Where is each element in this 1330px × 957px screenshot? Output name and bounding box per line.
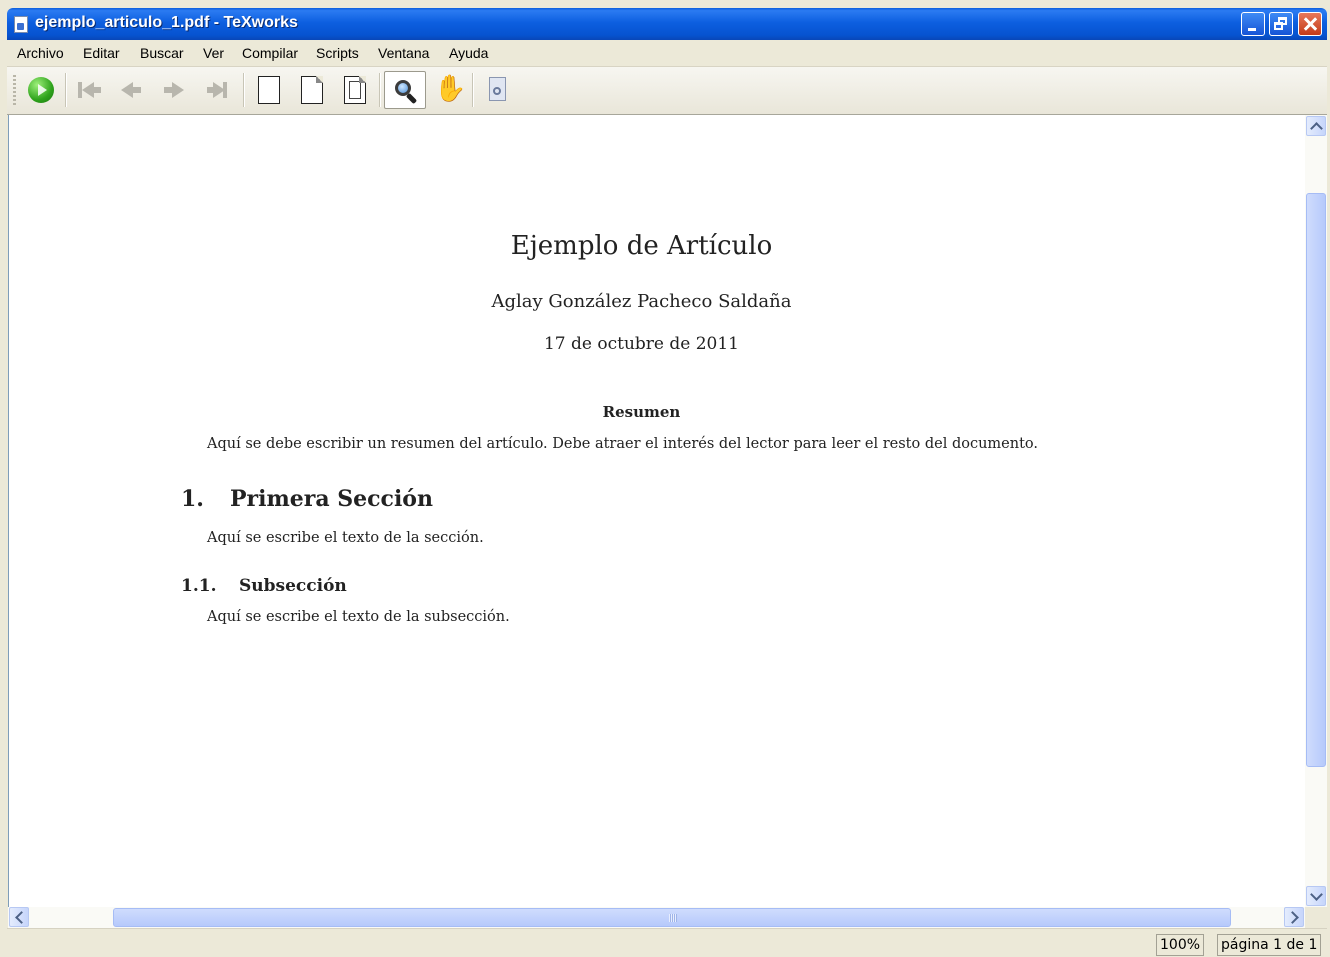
restore-button[interactable] bbox=[1269, 12, 1293, 36]
document-title: Ejemplo de Artículo bbox=[510, 231, 773, 261]
toolbar-separator bbox=[379, 73, 381, 107]
subsection-text: Aquí se escribe el texto de la subsecció… bbox=[207, 609, 510, 625]
preview-icon bbox=[489, 77, 506, 101]
typeset-button[interactable] bbox=[24, 73, 58, 107]
status-bar: 100% página 1 de 1 bbox=[7, 928, 1327, 957]
scroll-left-button[interactable] bbox=[9, 907, 29, 927]
scroll-right-button[interactable] bbox=[1284, 907, 1304, 927]
abstract-heading: Resumen bbox=[602, 403, 681, 421]
fit-page-button[interactable] bbox=[337, 73, 371, 107]
toolbar-grip[interactable] bbox=[13, 75, 16, 107]
vertical-scrollbar[interactable] bbox=[1305, 115, 1327, 907]
previous-page-icon bbox=[121, 82, 141, 98]
title-bar: ejemplo_articulo_1.pdf - TeXworks bbox=[7, 8, 1327, 40]
scroll-up-button[interactable] bbox=[1306, 116, 1326, 136]
chevron-right-icon bbox=[1286, 911, 1299, 924]
pdf-document-icon[interactable] bbox=[14, 16, 28, 33]
chevron-up-icon bbox=[1310, 122, 1323, 135]
subsection-heading: 1.1. Subsección bbox=[181, 576, 347, 596]
window-title: ejemplo_articulo_1.pdf - TeXworks bbox=[35, 14, 298, 31]
pdf-page: Ejemplo de Artículo Aglay González Pache… bbox=[9, 115, 1306, 907]
preview-button[interactable] bbox=[480, 73, 514, 107]
section-heading: 1. Primera Sección bbox=[181, 486, 433, 512]
toolbar-separator bbox=[65, 73, 67, 107]
pdf-view[interactable]: Ejemplo de Artículo Aglay González Pache… bbox=[8, 115, 1306, 907]
horizontal-scrollbar[interactable] bbox=[8, 907, 1305, 928]
subsection-number: 1.1. bbox=[181, 576, 217, 596]
section-number: 1. bbox=[181, 486, 204, 512]
menu-scripts[interactable]: Scripts bbox=[316, 45, 359, 61]
toolbar-separator bbox=[243, 73, 245, 107]
first-page-icon bbox=[78, 82, 101, 98]
minimize-button[interactable] bbox=[1241, 12, 1265, 36]
toolbar-separator bbox=[472, 73, 474, 107]
fit-page-icon bbox=[344, 76, 366, 104]
horizontal-scroll-thumb[interactable] bbox=[113, 908, 1231, 927]
actual-size-icon bbox=[258, 76, 280, 104]
fit-width-icon bbox=[301, 76, 323, 104]
abstract-text: Aquí se debe escribir un resumen del art… bbox=[207, 436, 1039, 452]
first-page-button[interactable] bbox=[71, 73, 105, 107]
section-title: Primera Sección bbox=[230, 486, 433, 512]
close-button[interactable] bbox=[1298, 12, 1322, 36]
hand-icon: ✋ bbox=[434, 74, 467, 104]
chevron-down-icon bbox=[1310, 888, 1323, 901]
chevron-left-icon bbox=[15, 911, 28, 924]
menu-editar[interactable]: Editar bbox=[83, 45, 120, 61]
document-date: 17 de octubre de 2011 bbox=[543, 334, 739, 354]
magnify-tool-button[interactable] bbox=[384, 71, 426, 109]
page-indicator: página 1 de 1 bbox=[1217, 934, 1322, 956]
subsection-title: Subsección bbox=[239, 576, 347, 596]
menu-ventana[interactable]: Ventana bbox=[378, 45, 429, 61]
vertical-scroll-thumb[interactable] bbox=[1306, 193, 1326, 767]
previous-page-button[interactable] bbox=[114, 73, 148, 107]
menu-ver[interactable]: Ver bbox=[203, 45, 224, 61]
section-text: Aquí se escribe el texto de la sección. bbox=[207, 530, 484, 546]
menu-buscar[interactable]: Buscar bbox=[140, 45, 184, 61]
scroll-down-button[interactable] bbox=[1306, 886, 1326, 906]
hand-tool-button[interactable]: ✋ bbox=[430, 73, 467, 107]
toolbar: ✋ bbox=[7, 67, 1327, 115]
menu-ayuda[interactable]: Ayuda bbox=[449, 45, 488, 61]
scrollbar-corner bbox=[1305, 907, 1327, 928]
play-icon bbox=[28, 77, 54, 103]
actual-size-button[interactable] bbox=[251, 73, 285, 107]
last-page-button[interactable] bbox=[200, 73, 234, 107]
menu-bar: Archivo Editar Buscar Ver Compilar Scrip… bbox=[7, 40, 1327, 67]
next-page-button[interactable] bbox=[157, 73, 191, 107]
next-page-icon bbox=[164, 82, 184, 98]
menu-archivo[interactable]: Archivo bbox=[17, 45, 64, 61]
last-page-icon bbox=[207, 82, 227, 98]
scroll-grip-icon bbox=[669, 914, 677, 922]
document-author: Aglay González Pacheco Saldaña bbox=[491, 291, 792, 312]
zoom-level[interactable]: 100% bbox=[1156, 934, 1205, 956]
fit-width-button[interactable] bbox=[294, 73, 328, 107]
menu-compilar[interactable]: Compilar bbox=[242, 45, 298, 61]
